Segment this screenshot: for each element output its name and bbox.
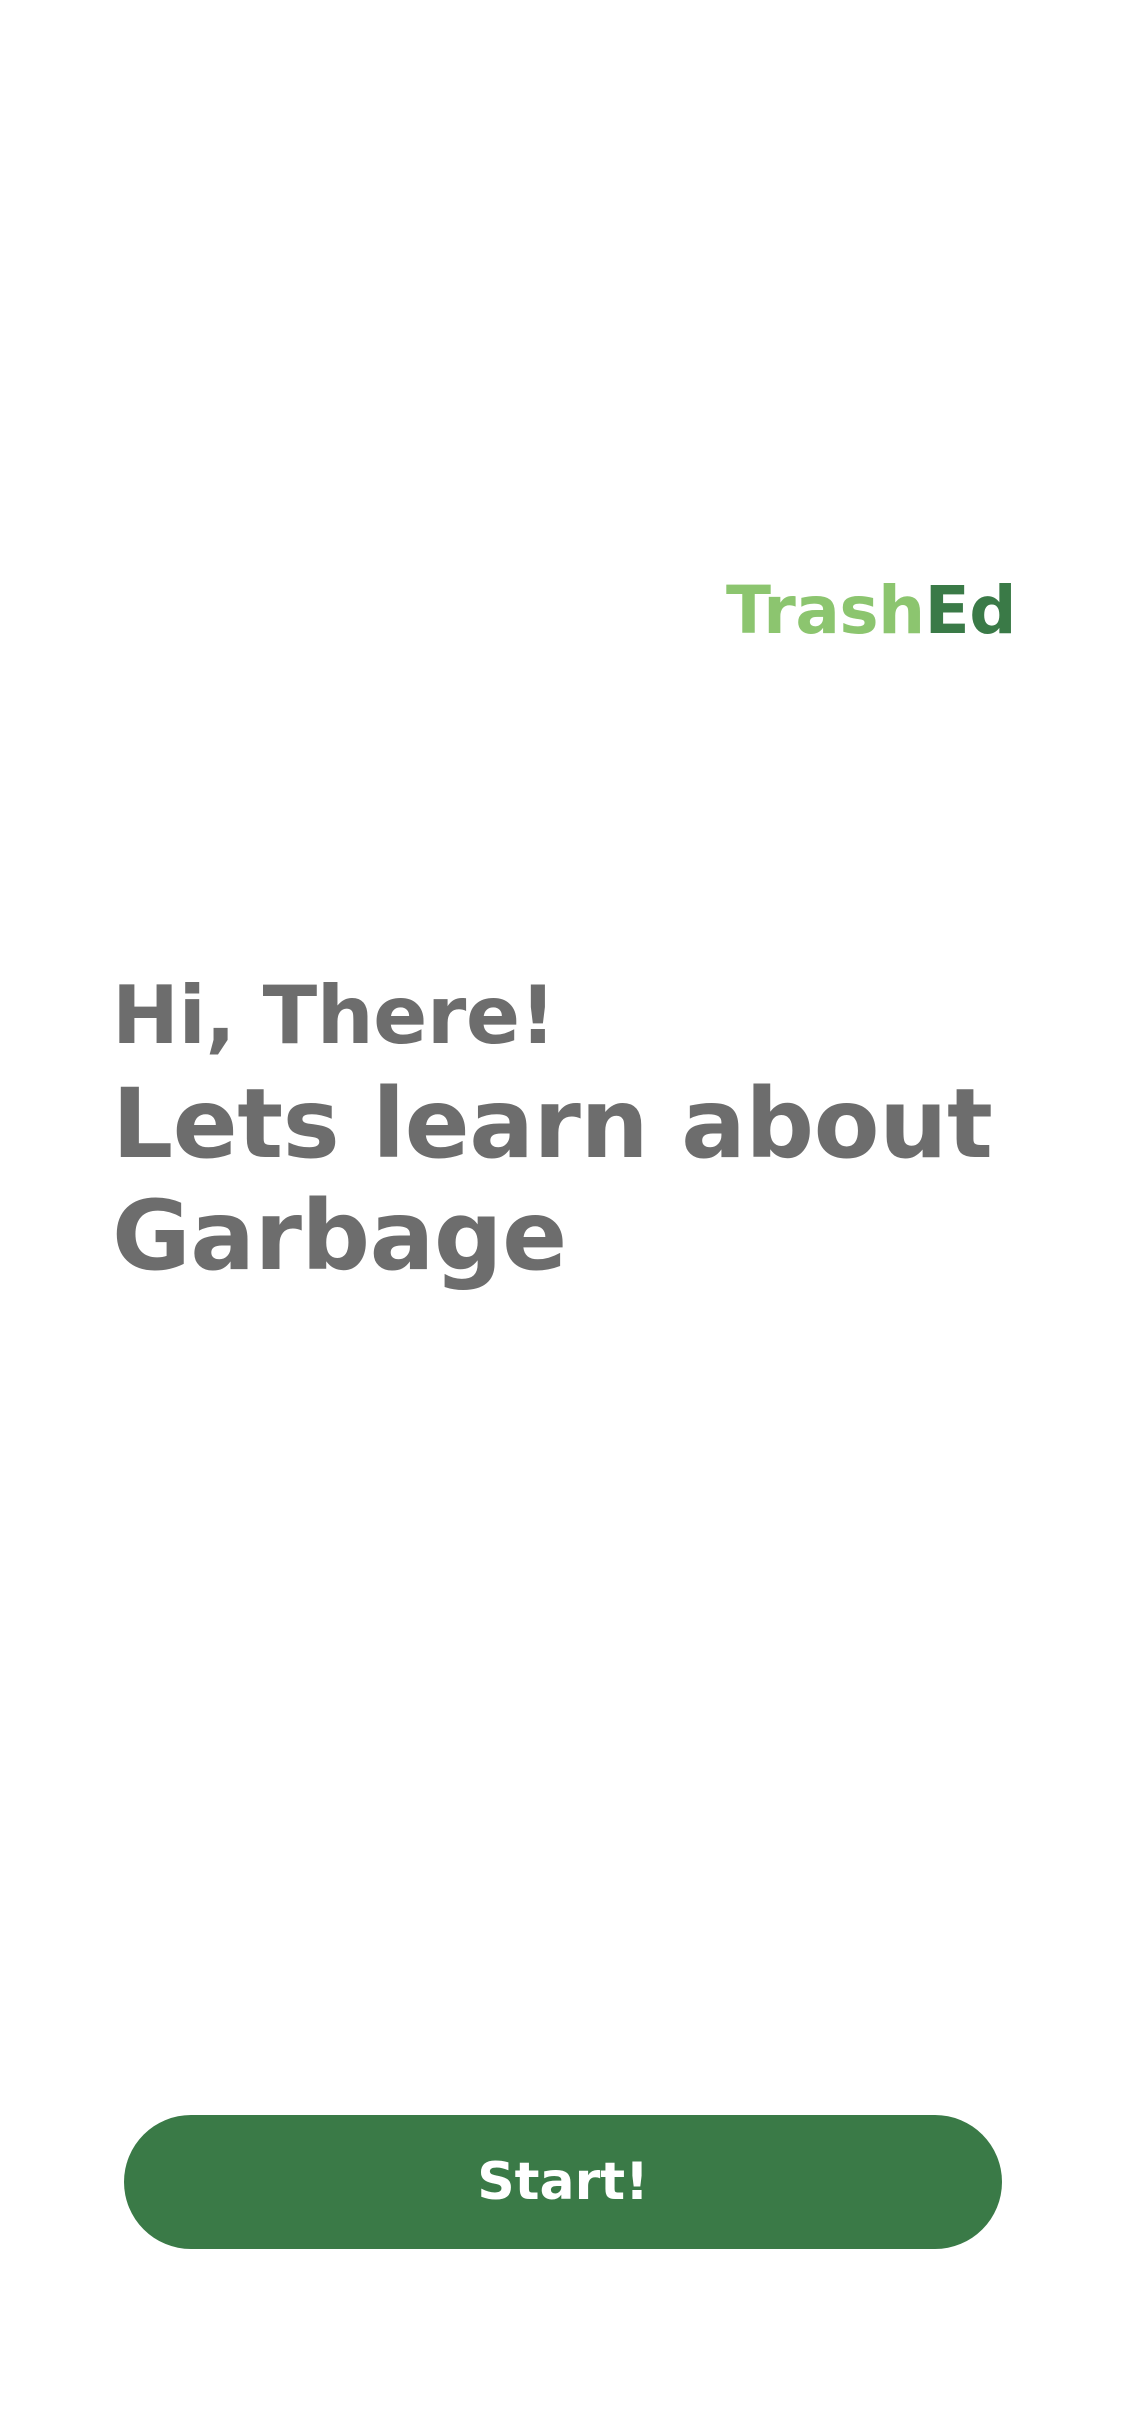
start-button[interactable]: Start! (124, 2115, 1002, 2249)
greeting-block: Hi, There! Lets learn about Garbage (112, 966, 993, 1292)
logo-part-ed: Ed (924, 572, 1017, 649)
greeting-title: Hi, There! (112, 969, 556, 1062)
greeting-subtitle-line2: Garbage (112, 1180, 567, 1292)
app-logo: TrashEd (726, 578, 1016, 644)
welcome-screen: TrashEd Hi, There! Lets learn about Garb… (0, 0, 1125, 2436)
logo-part-trash: Trash (726, 572, 925, 649)
greeting-subtitle: Lets learn about Garbage (112, 1068, 993, 1292)
greeting-subtitle-line1: Lets learn about (112, 1068, 993, 1180)
